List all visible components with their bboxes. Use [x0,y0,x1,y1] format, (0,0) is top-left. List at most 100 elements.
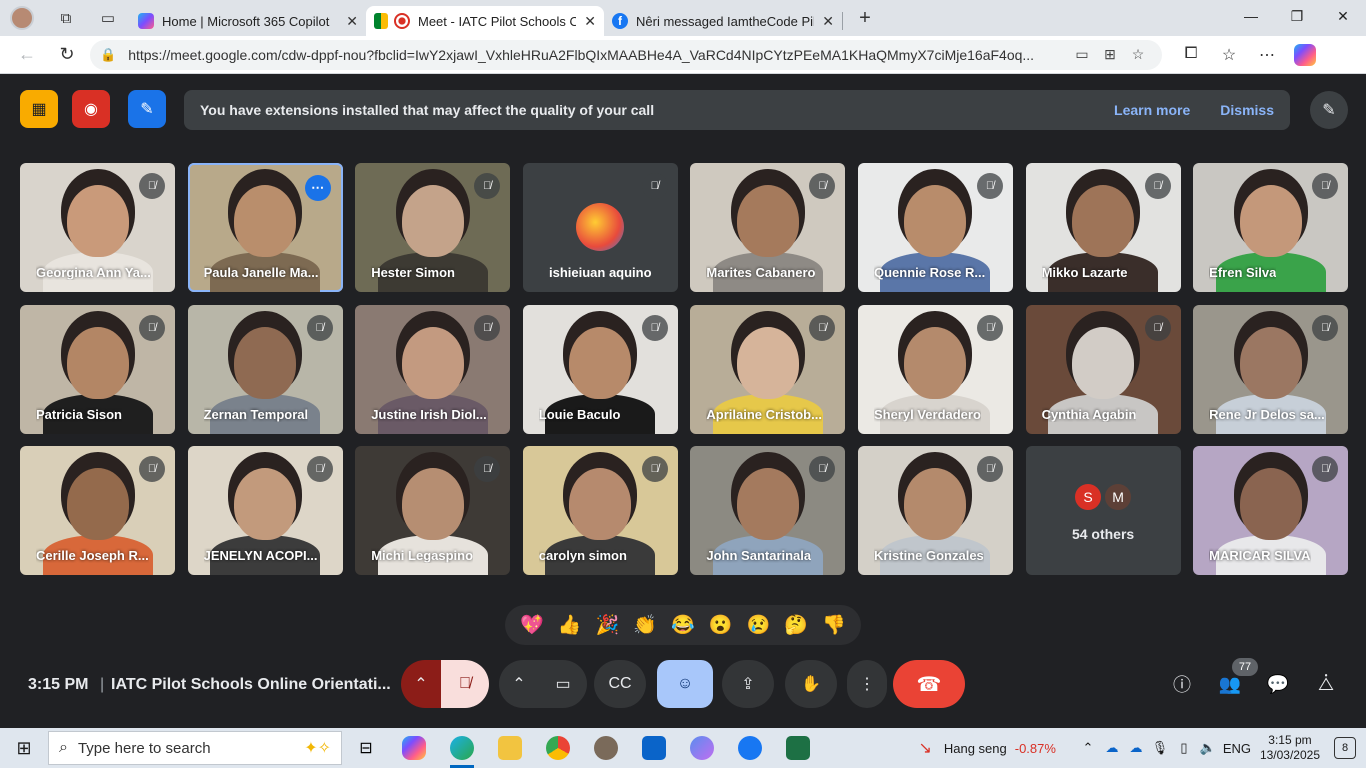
laughing-face-icon[interactable]: 😂 [671,613,695,637]
workspaces-icon[interactable]: ⧉ [50,2,82,34]
task-view-icon[interactable]: ⊟ [342,728,390,768]
participant-tile[interactable]: 🎙̸ Louie Baculo [522,304,678,434]
participant-tile[interactable]: 🎙̸ Mikko Lazarte [1025,163,1181,292]
chrome-icon[interactable] [534,728,582,768]
pen-edit-icon[interactable]: ✎ [1310,91,1348,129]
site-info-icon[interactable]: 🔒 [100,47,116,63]
surprised-face-icon[interactable]: 😮 [709,613,733,637]
microphone-icon[interactable]: 🎙 [1148,740,1172,756]
taskbar-search-box[interactable]: ⌕ Type here to search ✦✧ [48,731,342,765]
learn-more-link[interactable]: Learn more [1114,102,1190,118]
participant-tile[interactable]: 🎙̸ Justine Irish Diol... [355,304,511,434]
record-icon[interactable]: ◉ [72,90,110,128]
more-options-icon[interactable]: ⋯ [304,175,331,201]
participant-tile[interactable]: 🎙̸ Patricia Sison [20,304,175,434]
volume-icon[interactable]: 🔈 [1196,740,1220,756]
dismiss-button[interactable]: Dismiss [1220,102,1274,118]
language-indicator[interactable]: ENG [1220,741,1254,756]
file-explorer-icon[interactable] [486,728,534,768]
back-button[interactable]: ← [10,40,44,70]
new-tab-button[interactable]: + [851,4,879,32]
onedrive-business-icon[interactable]: ☁ [1124,740,1148,756]
participant-tile[interactable]: 🎙̸ Sheryl Verdadero [857,304,1013,434]
camera-options-button[interactable]: ⌃ [499,660,539,708]
close-window-icon[interactable]: ✕ [1320,0,1366,32]
facebook-app-icon[interactable] [726,728,774,768]
profile-avatar[interactable] [10,6,34,30]
windows-start-icon[interactable]: ⊞ [0,728,48,768]
outlook-icon[interactable] [630,728,678,768]
copilot-icon[interactable] [1294,43,1316,66]
tab-facebook[interactable]: f Nêri messaged IamtheCode Pilot ✕ [604,6,842,36]
tab-copilot[interactable]: Home | Microsoft 365 Copilot ✕ [130,6,366,36]
clapping-hands-icon[interactable]: 👏 [633,613,657,637]
chat-icon[interactable]: 💬 [1266,672,1290,696]
no-camera-icon[interactable]: ▦ [20,90,58,128]
participant-tile[interactable]: 🎙̸ MARICAR SILVA [1193,446,1349,575]
excel-icon[interactable] [774,728,822,768]
sad-face-icon[interactable]: 😢 [747,613,771,637]
extensions-icon[interactable]: ⧠ [1172,45,1210,65]
participant-tile[interactable]: ⋯ Paula Janelle Ma... [187,163,343,292]
present-screen-button[interactable]: ⇪ [722,660,774,708]
copilot-app-icon[interactable] [678,728,726,768]
others-tile[interactable]: S M 54 others [1025,446,1181,575]
restore-icon[interactable]: ❐ [1274,0,1320,32]
show-hidden-icons-icon[interactable]: ⌃ [1076,740,1100,756]
thinking-face-icon[interactable]: 🤔 [784,613,808,637]
participant-tile[interactable]: 🎙̸ ishieiuan aquino [522,163,678,292]
refresh-button[interactable]: ↻ [50,40,84,70]
participant-tile[interactable]: 🎙̸ JENELYN ACOPI... [187,446,343,575]
participant-tile[interactable]: 🎙̸ Cerille Joseph R... [20,446,175,575]
participant-tile[interactable]: 🎙̸ Quennie Rose R... [857,163,1013,292]
mic-options-button[interactable]: ⌃ [401,660,441,708]
network-icon[interactable]: ▯ [1172,740,1196,756]
participant-tile[interactable]: 🎙̸ Georgina Ann Ya... [20,163,175,292]
meeting-details-icon[interactable]: ⓘ [1170,672,1194,696]
participant-tile[interactable]: 🎙̸ Marites Cabanero [690,163,846,292]
mic-toggle-button[interactable]: 🎙̸ [441,660,489,708]
tab-meet[interactable]: Meet - IATC Pilot Schools On ✕ [366,6,604,36]
thumbs-up-icon[interactable]: 👍 [558,613,582,637]
favorites-icon[interactable]: ☆ [1210,45,1248,65]
raise-hand-button[interactable]: ✋ [785,660,837,708]
thumbs-down-icon[interactable]: 👎 [822,613,846,637]
participant-tile[interactable]: 🎙̸ Michi Legaspino [355,446,511,575]
participant-tile[interactable]: 🎙̸ Kristine Gonzales [857,446,1013,575]
stock-ticker-widget[interactable]: ↘ Hang seng -0.87% [918,738,1056,758]
participant-tile[interactable]: 🎙̸ Cynthia Agabin [1025,304,1181,434]
url-bar[interactable]: 🔒 https://meet.google.com/cdw-dppf-nou?f… [90,39,1162,70]
app-available-icon[interactable]: ⊞ [1096,46,1124,63]
close-tab-icon[interactable]: ✕ [822,13,834,30]
url-text[interactable]: https://meet.google.com/cdw-dppf-nou?fbc… [128,47,1068,63]
participant-tile[interactable]: 🎙̸ carolyn simon [522,446,678,575]
participant-tile[interactable]: 🎙̸ Zernan Temporal [187,304,343,434]
more-options-button[interactable]: ⋮ [847,660,887,708]
copilot-taskbar-icon[interactable] [390,728,438,768]
onedrive-icon[interactable]: ☁ [1100,740,1124,756]
participant-tile[interactable]: 🎙̸ Efren Silva [1193,163,1349,292]
participant-tile[interactable]: 🎙̸ Aprilaine Cristob... [690,304,846,434]
settings-more-icon[interactable]: ⋯ [1248,45,1286,65]
camera-toggle-button[interactable]: ▭ [539,660,587,708]
taskbar-clock[interactable]: 3:15 pm 13/03/2025 [1260,733,1320,763]
favorite-star-icon[interactable]: ☆ [1124,46,1152,63]
tab-actions-icon[interactable]: ▭ [92,2,124,34]
participant-tile[interactable]: 🎙̸ Rene Jr Delos sa... [1193,304,1349,434]
sparkling-heart-icon[interactable]: 💖 [520,613,544,637]
camera-in-use-icon[interactable]: ▭ [1068,46,1096,63]
edge-taskbar-icon[interactable] [438,728,486,768]
participant-tile[interactable]: 🎙̸ John Santarinala [690,446,846,575]
leave-call-button[interactable]: ☎ [893,660,965,708]
close-tab-icon[interactable]: ✕ [584,13,596,30]
notes-icon[interactable]: ✎ [128,90,166,128]
participant-tile[interactable]: 🎙̸ Hester Simon [355,163,511,292]
party-popper-icon[interactable]: 🎉 [596,613,620,637]
activities-icon[interactable]: ⧊ [1314,672,1338,696]
minimize-icon[interactable]: — [1228,0,1274,32]
notification-center-icon[interactable]: 8 [1334,737,1356,759]
close-tab-icon[interactable]: ✕ [346,13,358,30]
reactions-button[interactable]: ☺ [657,660,713,708]
app-icon[interactable] [582,728,630,768]
captions-button[interactable]: CC [594,660,646,708]
